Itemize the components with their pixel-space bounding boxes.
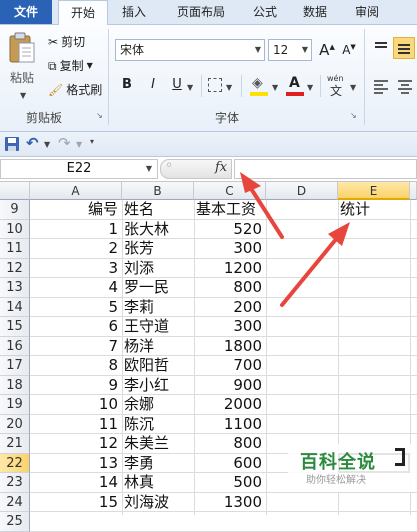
arrow-to-cell-e9: [280, 222, 350, 307]
annotation-overlay: [240, 172, 350, 307]
arrow-to-fx: [240, 172, 284, 239]
watermark-subtitle: 助你轻松解决: [306, 475, 366, 486]
watermark: 百科全说 助你轻松解决: [288, 444, 417, 492]
watermark-bracket-icon: [395, 448, 405, 466]
